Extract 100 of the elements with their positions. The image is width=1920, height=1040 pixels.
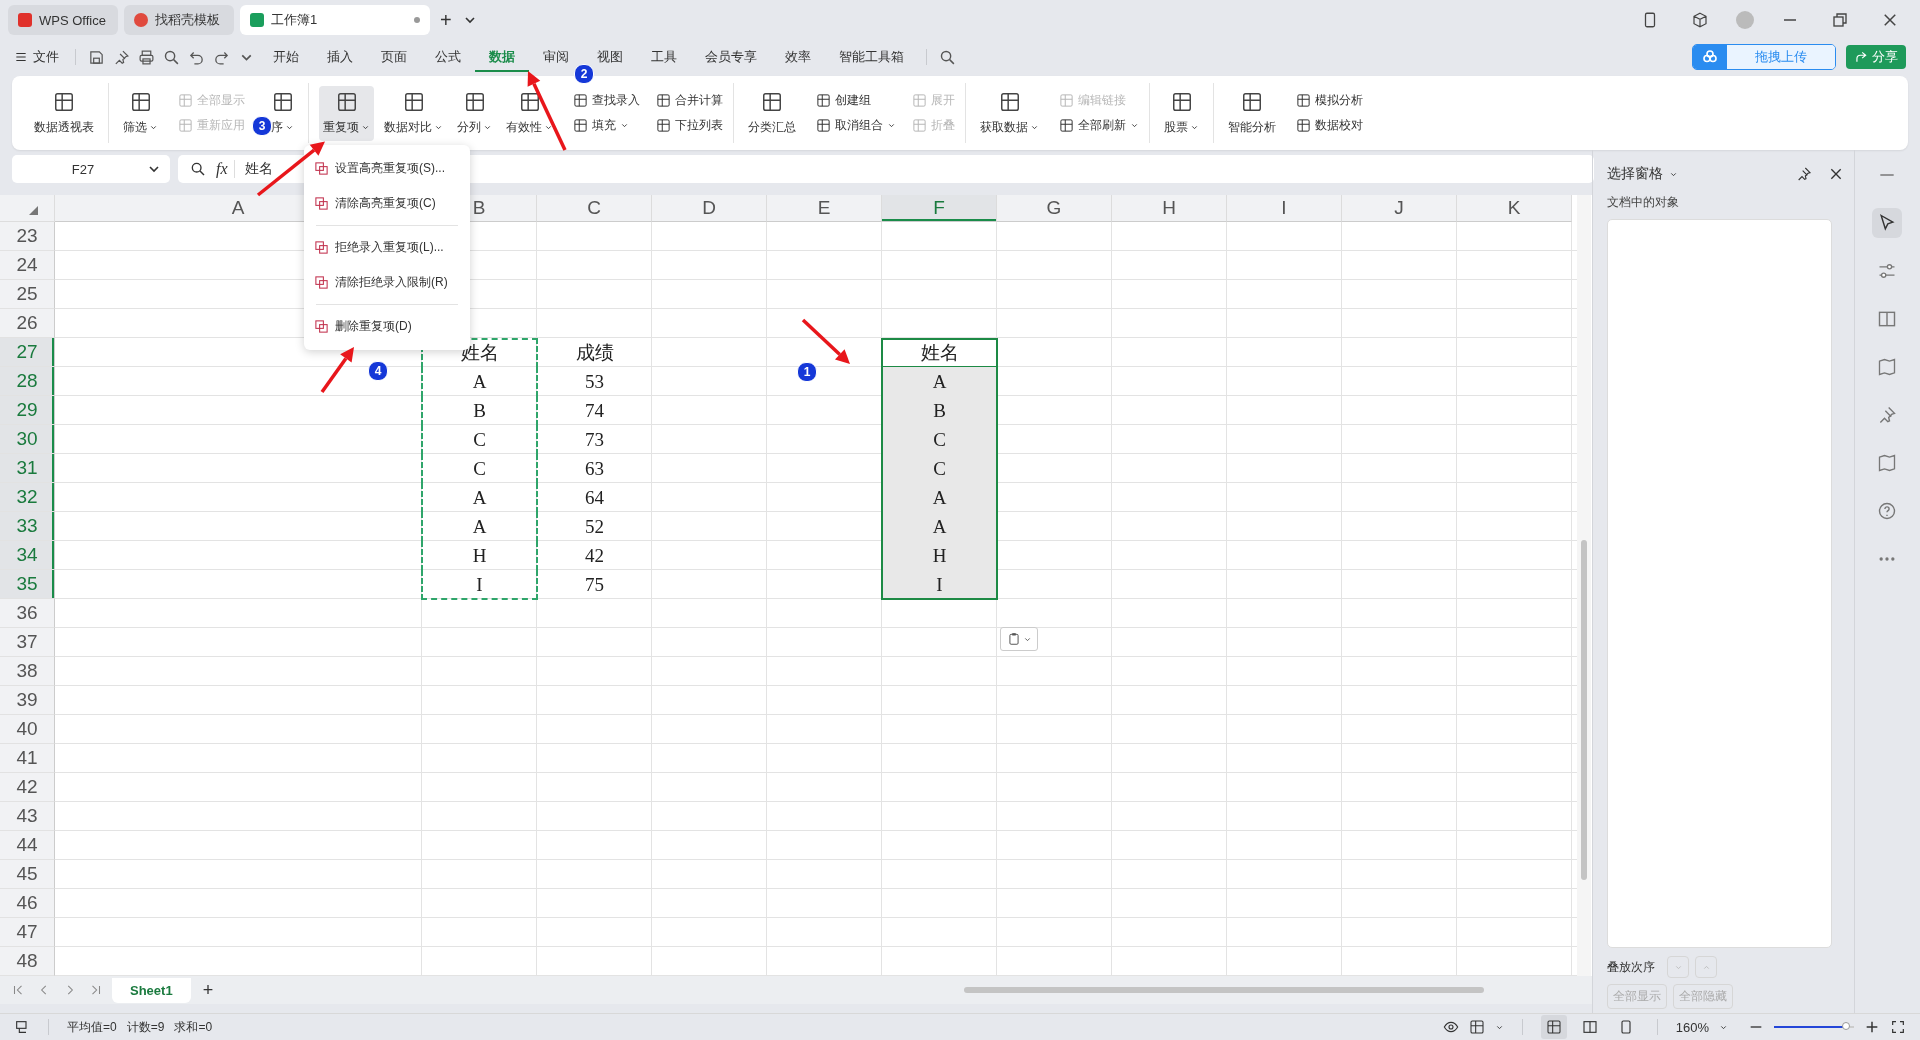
cursor-icon[interactable] <box>1872 208 1902 238</box>
column-header[interactable]: J <box>1342 195 1457 222</box>
row-header[interactable]: 46 <box>0 889 55 918</box>
fullscreen-icon[interactable] <box>1890 1019 1906 1035</box>
row-header[interactable]: 43 <box>0 802 55 831</box>
ribbon-button[interactable]: 模拟分析 <box>1296 92 1363 109</box>
ribbon-button[interactable]: 填充 <box>573 117 640 134</box>
search-icon[interactable] <box>939 48 956 66</box>
row-header[interactable]: 29 <box>0 396 55 425</box>
ribbon-button[interactable]: 股票 <box>1160 85 1203 141</box>
row-header[interactable]: 30 <box>0 425 55 454</box>
row-header[interactable]: 25 <box>0 280 55 309</box>
ribbon-button[interactable]: 合并计算 <box>656 92 723 109</box>
row-header[interactable]: 35 <box>0 570 55 599</box>
zoom-icon[interactable] <box>190 161 206 177</box>
document-tab[interactable]: WPS Office <box>8 5 118 35</box>
ribbon-button[interactable]: 查找录入 <box>573 92 640 109</box>
ribbon-button[interactable]: 数据校对 <box>1296 117 1363 134</box>
row-header[interactable]: 26 <box>0 309 55 338</box>
ribbon-button[interactable]: 下拉列表 <box>656 117 723 134</box>
add-sheet-button[interactable]: + <box>196 979 220 1001</box>
pane-title-dropdown[interactable]: 选择窗格 <box>1607 165 1678 183</box>
ribbon-button[interactable]: 数据透视表 <box>30 85 98 141</box>
column-header[interactable]: C <box>537 195 652 222</box>
row-header[interactable]: 47 <box>0 918 55 947</box>
ribbon-button[interactable]: 筛选 <box>119 85 162 141</box>
menu-tab[interactable]: 会员专享 <box>691 42 771 72</box>
close-icon[interactable] <box>1828 166 1844 182</box>
menu-item[interactable]: 清除拒绝录入限制(R) <box>304 265 470 300</box>
menu-tab[interactable]: 页面 <box>367 42 421 72</box>
menu-tab[interactable]: 插入 <box>313 42 367 72</box>
row-header[interactable]: 24 <box>0 251 55 280</box>
row-header[interactable]: 28 <box>0 367 55 396</box>
ribbon-button[interactable]: 智能分析 <box>1224 85 1280 141</box>
macro-icon[interactable] <box>14 1019 30 1035</box>
save-icon[interactable] <box>88 48 105 66</box>
share-button[interactable]: 分享 <box>1846 45 1906 69</box>
ribbon-button[interactable]: 重复项 <box>319 85 374 141</box>
restore-icon[interactable] <box>1831 11 1849 29</box>
menu-tab[interactable]: 公式 <box>421 42 475 72</box>
ribbon-button[interactable]: 有效性 <box>502 85 557 141</box>
row-header[interactable]: 33 <box>0 512 55 541</box>
menu-tab[interactable]: 效率 <box>771 42 825 72</box>
row-header[interactable]: 34 <box>0 541 55 570</box>
ribbon-button[interactable]: 取消组合 <box>816 117 896 134</box>
normal-view-button[interactable] <box>1540 1015 1567 1039</box>
column-header[interactable]: K <box>1457 195 1572 222</box>
vertical-scrollbar[interactable] <box>1577 195 1591 976</box>
cube-icon[interactable] <box>1691 11 1709 29</box>
paste-options-button[interactable] <box>1000 627 1038 651</box>
name-box[interactable]: F27 <box>12 155 170 183</box>
print-preview-icon[interactable] <box>163 48 180 66</box>
column-header[interactable]: E <box>767 195 882 222</box>
pin-icon[interactable] <box>1796 166 1812 182</box>
ribbon-button[interactable]: 获取数据 <box>976 85 1043 141</box>
row-header[interactable]: 36 <box>0 599 55 628</box>
row-header[interactable]: 40 <box>0 715 55 744</box>
row-header[interactable]: 45 <box>0 860 55 889</box>
menu-tab[interactable]: 数据 <box>475 42 529 72</box>
ribbon-button[interactable]: 创建组 <box>816 92 896 109</box>
printer-icon[interactable] <box>138 48 155 66</box>
row-header[interactable]: 23 <box>0 222 55 251</box>
column-header[interactable]: D <box>652 195 767 222</box>
row-header[interactable]: 27 <box>0 338 55 367</box>
first-sheet-icon[interactable] <box>11 983 25 997</box>
column-header[interactable]: G <box>997 195 1112 222</box>
eye-icon[interactable] <box>1442 1019 1459 1035</box>
menu-tab[interactable]: 智能工具箱 <box>825 42 918 72</box>
last-sheet-icon[interactable] <box>89 983 103 997</box>
zoom-in-icon[interactable] <box>1864 1019 1880 1035</box>
row-header[interactable]: 31 <box>0 454 55 483</box>
document-tab[interactable]: 找稻壳模板 <box>124 5 234 35</box>
ribbon-button[interactable]: 数据对比 <box>380 85 447 141</box>
select-all-button[interactable] <box>0 195 55 222</box>
row-header[interactable]: 41 <box>0 744 55 773</box>
row-header[interactable]: 42 <box>0 773 55 802</box>
column-header[interactable]: H <box>1112 195 1227 222</box>
menu-tab[interactable]: 开始 <box>259 42 313 72</box>
row-header[interactable]: 37 <box>0 628 55 657</box>
menu-item[interactable]: 删除重复项(D) <box>304 309 470 344</box>
column-header[interactable]: I <box>1227 195 1342 222</box>
document-tab[interactable]: 工作簿1 <box>240 5 430 35</box>
row-header[interactable]: 32 <box>0 483 55 512</box>
menu-tab[interactable]: 工具 <box>637 42 691 72</box>
ribbon-button[interactable]: 全部刷新 <box>1059 117 1139 134</box>
row-header[interactable]: 48 <box>0 947 55 976</box>
row-header[interactable]: 39 <box>0 686 55 715</box>
new-tab-button[interactable]: + <box>436 8 456 32</box>
row-header[interactable]: 44 <box>0 831 55 860</box>
grid-icon[interactable] <box>1468 1019 1485 1035</box>
menu-item[interactable]: 拒绝录入重复项(L)... <box>304 230 470 265</box>
sheet-tab[interactable]: Sheet1 <box>112 977 191 1003</box>
row-header[interactable]: 38 <box>0 657 55 686</box>
close-icon[interactable] <box>1881 11 1899 29</box>
ribbon-button[interactable]: 分类汇总 <box>744 85 800 141</box>
function-button[interactable]: fx <box>216 160 235 178</box>
zoom-dropdown[interactable]: 160% <box>1675 1019 1728 1035</box>
file-menu-button[interactable]: 文件 <box>14 48 59 66</box>
ribbon-button[interactable]: 分列 <box>453 85 496 141</box>
column-header[interactable]: F <box>882 195 997 222</box>
